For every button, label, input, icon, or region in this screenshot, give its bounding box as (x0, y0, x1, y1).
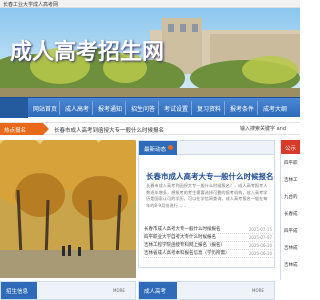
adult-exam-section: 成人高考 MORE (138, 281, 275, 300)
list-item-title[interactable]: 吉林省成人高考本科报名信息（学历所需） (144, 250, 240, 258)
news-panel: 最新动态 长春市成人高考大专一般什么时候报名 长春市成人高考到函授大专一般什么时… (138, 140, 275, 268)
nav-divider (158, 101, 159, 115)
list-item-date: 2025-07-15 (248, 227, 272, 232)
nav-item-materials[interactable]: 复习资料 (197, 104, 221, 113)
notice-bar: 热点报名 长春市成人高考到函授大专一般什么时候报名 输入搜索关键字 and (0, 122, 300, 135)
site-name[interactable]: 长春工业大学成人高考网 (3, 1, 58, 8)
right-list-item[interactable]: 四平成 (284, 228, 298, 234)
tab-public-notice[interactable]: 公示 (285, 144, 296, 152)
right-panel: 公示 四平职 吉林工 九台的 长春成 四平成 吉林成 吉林成 (280, 140, 300, 280)
site-logo[interactable]: 成人高考招生网 (10, 34, 164, 66)
tab-adult-exam[interactable]: 成人高考 (139, 282, 177, 299)
search-input[interactable]: 输入搜索关键字 and (240, 125, 300, 134)
list-item[interactable]: 吉林工程学院函授专科网上报名（报名） 2025-06-30 (143, 242, 273, 250)
banner: 成人高考招生网 (0, 8, 300, 97)
home-icon[interactable] (0, 98, 28, 118)
notice-label: 热点报名 (0, 123, 49, 135)
enrollment-section: 招生信息 MORE (0, 281, 136, 300)
nav-divider (257, 101, 258, 115)
nav-divider (92, 101, 93, 115)
nav-item-notice[interactable]: 报考通知 (98, 104, 122, 113)
right-list-item[interactable]: 吉林工 (284, 177, 298, 183)
list-item-title[interactable]: 长春市成人高考大专一般什么时候报名 (144, 226, 240, 234)
right-list-item[interactable]: 四平职 (284, 160, 298, 166)
right-list-item[interactable]: 吉林成 (284, 245, 298, 251)
top-bar: 长春工业大学成人高考网 (0, 0, 300, 8)
more-link[interactable]: MORE (252, 288, 264, 293)
nav-item-exam-setup[interactable]: 考试设置 (164, 104, 188, 113)
right-list-item[interactable]: 长春成 (284, 211, 298, 217)
tab-enrollment-info[interactable]: 招生信息 (1, 282, 37, 299)
more-link[interactable]: MORE (113, 288, 125, 293)
nav-item-conditions[interactable]: 报考条件 (230, 104, 254, 113)
arrow-icon (43, 123, 49, 135)
news-list: 长春市成人高考大专一般什么时候报名 2025-07-15 四平职业大学自考大专什… (143, 226, 273, 258)
nav-item-syllabus[interactable]: 成考大纲 (263, 104, 287, 113)
campus-photo (0, 140, 136, 278)
list-item-date: 2025-06-30 (248, 243, 272, 248)
nav-divider (125, 101, 126, 115)
headline-summary: 长春市成人高考到函授大专一般什么时候报名？，成人高考报考人数逐年增多，想报考的考… (146, 183, 268, 208)
list-item-date: 2025-06-30 (248, 251, 272, 256)
right-panel-header: 公示 (281, 140, 300, 154)
list-item-date: 2025-07-07 (248, 235, 272, 240)
nav-item-home[interactable]: 网站首页 (33, 104, 57, 113)
badge-icon (168, 145, 173, 150)
right-list-item[interactable]: 九台的 (284, 194, 298, 200)
news-header: 最新动态 (139, 141, 274, 155)
list-item[interactable]: 四平职业大学自考大专什么时候报名 2025-07-07 (143, 234, 273, 242)
nav-item-adult-exam[interactable]: 成人高考 (65, 104, 89, 113)
list-item[interactable]: 长春市成人高考大专一般什么时候报名 2025-07-15 (143, 226, 273, 234)
headline[interactable]: 长春市成人高考大专一般什么时候报名 (146, 171, 274, 182)
list-item-title[interactable]: 四平职业大学自考大专什么时候报名 (144, 234, 240, 242)
main-nav: 网站首页 成人高考 报考通知 招生问答 考试设置 复习资料 报考条件 成考大纲 (0, 97, 300, 118)
list-item-title[interactable]: 吉林工程学院函授专科网上报名（报名） (144, 242, 240, 250)
nav-divider (59, 101, 60, 115)
right-list-item[interactable]: 吉林成 (284, 262, 298, 268)
notice-link[interactable]: 长春市成人高考到函授大专一般什么时候报名 (54, 126, 164, 134)
nav-item-qa[interactable]: 招生问答 (131, 104, 155, 113)
list-item[interactable]: 吉林省成人高考本科报名信息（学历所需） 2025-06-30 (143, 250, 273, 258)
nav-divider (224, 101, 225, 115)
nav-divider (191, 101, 192, 115)
